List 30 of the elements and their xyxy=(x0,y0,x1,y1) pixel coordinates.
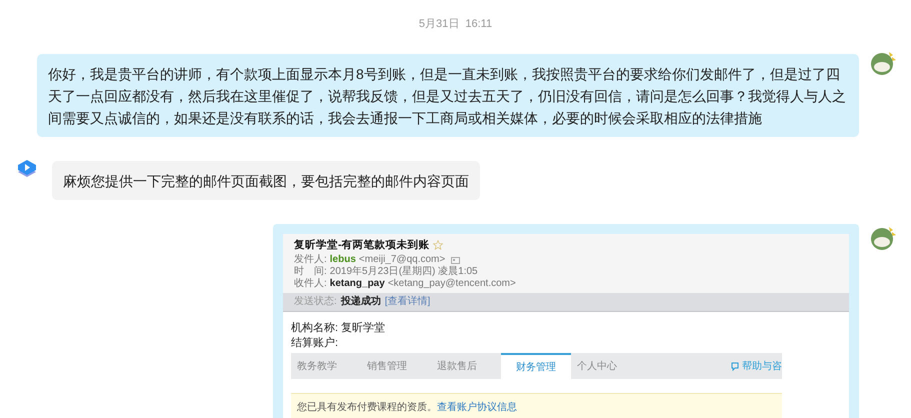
field-label: 发件人: xyxy=(294,254,327,266)
status-label: 发送状态: xyxy=(294,296,337,308)
details-link[interactable]: [查看详情] xyxy=(384,296,430,308)
timestamp: 5月31日 16:11 xyxy=(418,17,494,31)
contact-name: lebus xyxy=(330,254,356,266)
contact-name: ketang_pay xyxy=(330,278,385,290)
tab[interactable]: 财务管理 xyxy=(501,353,571,379)
email-address: <ketang_pay@tencent.com> xyxy=(388,278,516,290)
email-subject: 复昕学堂-有两笔款项未到账 xyxy=(294,238,430,252)
field-label: 时 间: xyxy=(294,266,327,278)
chat-icon xyxy=(731,362,740,370)
agreement-link[interactable]: 查看账户协议信息 xyxy=(437,402,517,413)
org-name: 机构名称: 复昕学堂 xyxy=(291,321,386,336)
notice-text: 您已具有发布付费课程的资质。查看账户协议信息 xyxy=(291,393,782,418)
tab[interactable]: 教务教学 xyxy=(291,353,361,379)
dinosaur-avatar-icon xyxy=(869,224,897,252)
help-link[interactable]: 帮助与咨 xyxy=(742,359,782,373)
field-label: 收件人: xyxy=(294,278,327,290)
message-bubble: 你好，我是贵平台的讲师，有个款项上面显示本月8号到账，但是一直未到账，我按照贵平台的要求给你们发邮件了，但是过了四天了一点回应都没有，然后我在这里催促了，说帮我反馈，但是又过去五天了，仍旧没有回信，请问是怎么回事？我觉得人与人之间需要又点诚信的，如果还是没有联系的话，我会去通报一下工商局或相关媒体，必要的时候会采取相应的法律措施 xyxy=(37,54,859,137)
message-bubble: 麻烦您提供一下完整的邮件页面截图，要包括完整的邮件内容页面 xyxy=(52,161,480,200)
account-label: 结算账户: xyxy=(291,336,340,351)
tab[interactable]: 个人中心 xyxy=(571,353,641,379)
contact-card-icon[interactable] xyxy=(451,256,460,264)
tab[interactable]: 退款售后 xyxy=(431,353,501,379)
star-icon[interactable] xyxy=(432,240,442,250)
dinosaur-avatar-icon xyxy=(869,49,897,77)
status-value: 投递成功 xyxy=(340,296,381,308)
tab[interactable]: 销售管理 xyxy=(361,353,431,379)
sent-time: 2019年5月23日(星期四) 凌晨1:05 xyxy=(330,266,478,278)
email-address: <meiji_7@qq.com> xyxy=(358,254,446,266)
